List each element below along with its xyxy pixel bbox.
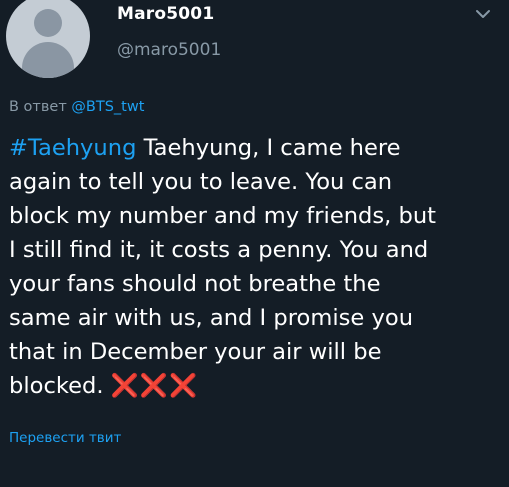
tweet-line-text: blocked. (9, 373, 111, 399)
default-profile-shoulders (22, 42, 74, 78)
tweet-line: same air with us, and I promise you (9, 305, 414, 331)
reply-prefix: В ответ (9, 99, 72, 115)
tweet-text: #Taehyung Taehyung, I came here again to… (9, 131, 504, 403)
tweet-card: Maro5001 @maro5001 В ответ @BTS_twt #Tae… (0, 0, 509, 487)
tweet-line: that in December your air will be (9, 339, 382, 365)
tweet-line: #Taehyung Taehyung, I came here (9, 131, 504, 165)
chevron-down-icon[interactable] (475, 8, 491, 20)
translate-tweet-link[interactable]: Перевести твит (9, 430, 121, 446)
tweet-line: I still find it, it costs a penny. You a… (9, 237, 429, 263)
tweet-line-text: Taehyung, I came here (136, 135, 401, 161)
user-handle[interactable]: @maro5001 (117, 40, 221, 60)
cross-mark-emoji: ❌❌❌ (110, 373, 199, 399)
tweet-line: again to tell you to leave. You can (9, 169, 393, 195)
tweet-line: blocked. ❌❌❌ (9, 369, 504, 403)
reply-context: В ответ @BTS_twt (9, 99, 144, 115)
tweet-line: block my number and my friends, but (9, 203, 437, 229)
tweet-line: your fans should not breathe the (9, 271, 381, 297)
default-profile-head (34, 9, 62, 37)
avatar[interactable] (6, 0, 90, 78)
display-name[interactable]: Maro5001 (117, 4, 214, 24)
hashtag-link[interactable]: #Taehyung (9, 135, 136, 161)
reply-mention-link[interactable]: @BTS_twt (71, 99, 144, 115)
